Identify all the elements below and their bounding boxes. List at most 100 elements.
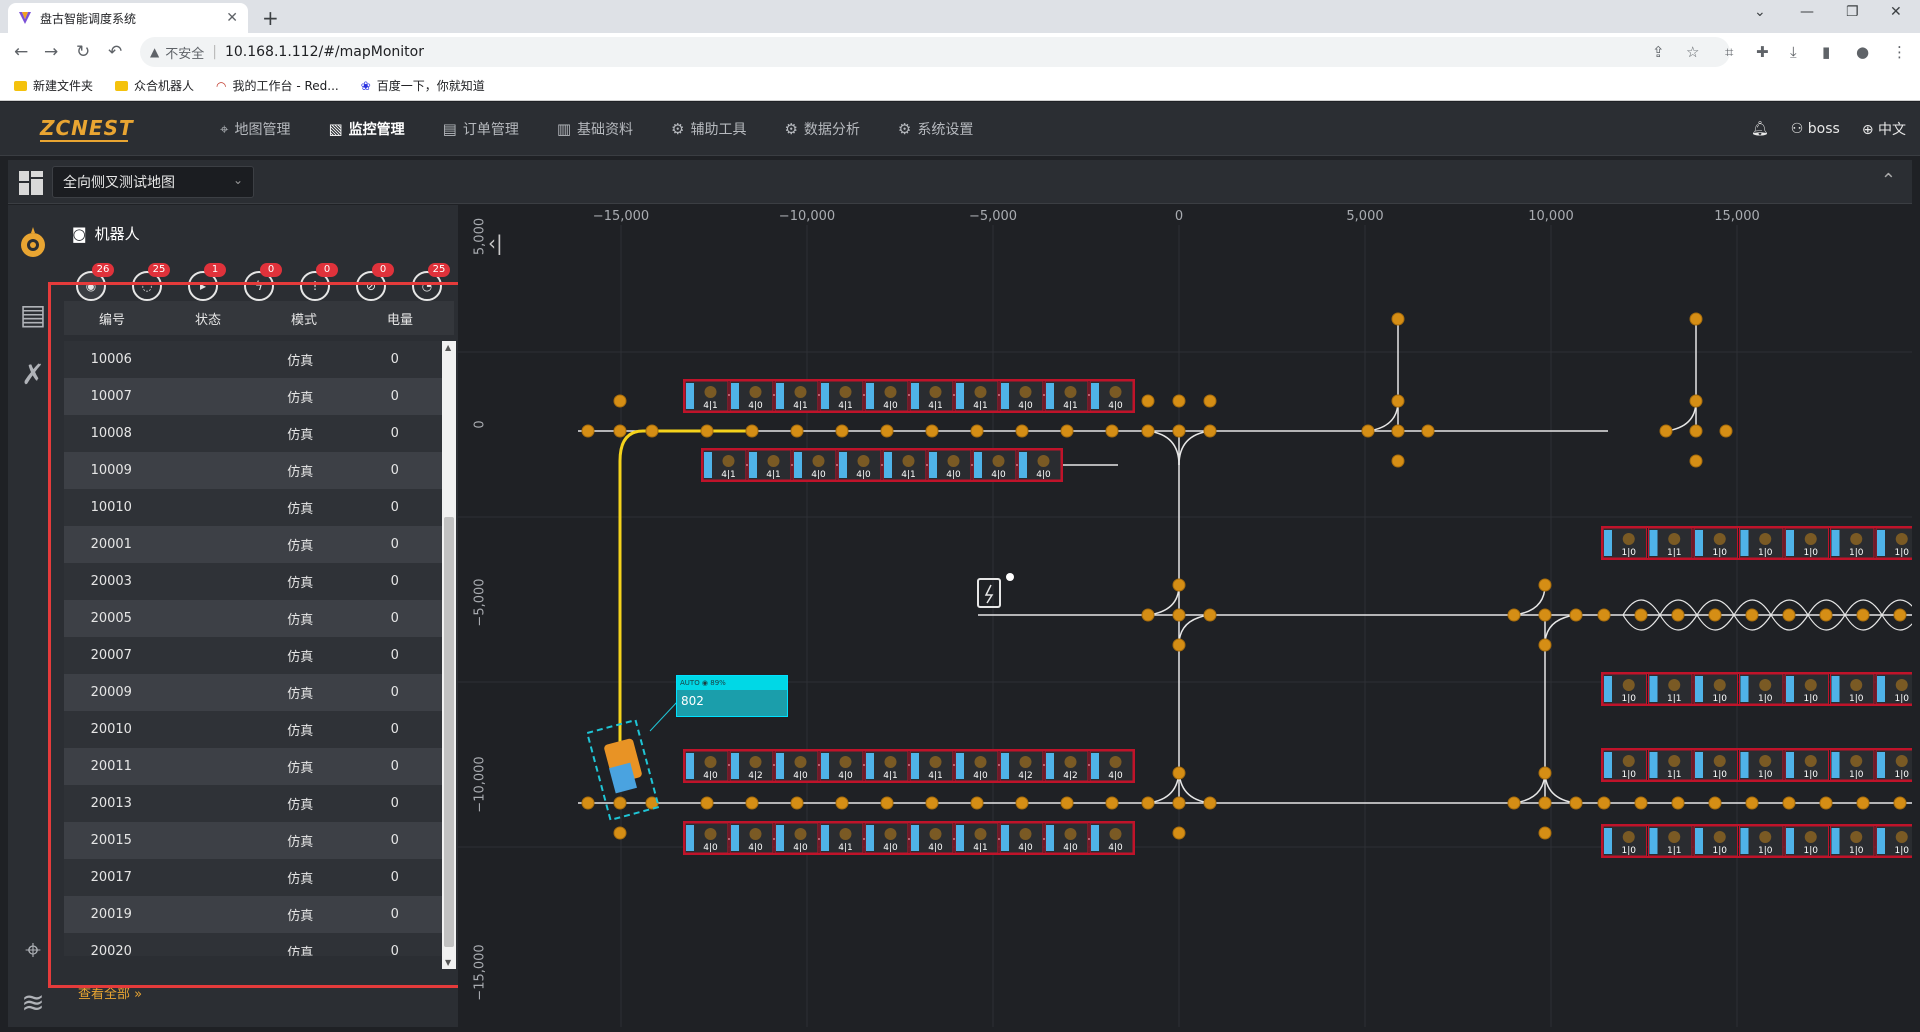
shelf-pod [1895,755,1908,767]
filter-simulated[interactable]: ◔ 25 [412,263,450,301]
share-icon[interactable]: ⇪ [1652,43,1665,61]
table-row[interactable]: 10010 仿真 0 [64,489,442,526]
home-icon[interactable]: ↶ [108,42,122,62]
shelf-pod [839,828,852,840]
map-select[interactable]: 全向侧叉测试地图 ⌄ [52,166,254,198]
table-row[interactable]: 20010 仿真 0 [64,711,442,748]
table-row[interactable]: 20011 仿真 0 [64,748,442,785]
map-node [613,424,627,438]
cell-battery: 0 [390,648,399,663]
map-node [1015,424,1029,438]
bookmark-link[interactable]: ❀ 百度一下，你就知道 [361,77,485,94]
table-row[interactable]: 20020 仿真 0 [64,933,442,956]
table-row[interactable]: 20009 仿真 0 [64,674,442,711]
map-node [1634,608,1648,622]
scroll-up-icon[interactable]: ▲ [445,343,451,352]
menu-map-management[interactable]: ⌖ 地图管理 [220,119,290,139]
table-row[interactable]: 10008 仿真 0 [64,415,442,452]
close-tab-icon[interactable]: ✕ [226,10,238,26]
sidebar-icon[interactable]: ▮ [1822,43,1830,61]
table-row[interactable]: 10009 仿真 0 [64,452,442,489]
locate-crosshair-icon[interactable]: ⌖ [16,933,50,967]
layers-icon[interactable]: ≋ [16,985,50,1019]
menu-aux-tools[interactable]: ⚙ 辅助工具 [671,119,746,139]
bookmark-folder[interactable]: 众合机器人 [115,77,194,94]
scroll-thumb[interactable] [444,517,454,947]
table-row[interactable]: 10006 仿真 0 [64,341,442,378]
map-node [1893,796,1907,810]
cell-id: 20013 [90,796,132,811]
bookmark-star-icon[interactable]: ☆ [1686,43,1699,61]
menu-data-analysis[interactable]: ⚙ 数据分析 [784,119,859,139]
shelf-slot [1649,828,1658,854]
robot-tab-icon[interactable] [16,225,50,259]
robot-info-card[interactable]: AUTO ◉ 89% 802 [676,675,788,717]
back-icon[interactable]: ← [14,42,28,62]
y-tick: −15,000 [472,944,488,1001]
url-input[interactable]: ▲ 不安全 | 10.168.1.112/#/mapMonitor [140,37,1730,67]
map-node [1708,608,1722,622]
scroll-down-icon[interactable]: ▼ [445,958,451,967]
filter-charging[interactable]: ϟ0 [244,263,282,301]
col-id[interactable]: 编号 [64,309,160,328]
download-icon[interactable]: ⤓ [1790,43,1797,61]
table-row[interactable]: 20005 仿真 0 [64,600,442,637]
tools-icon[interactable]: ✗ [16,357,50,391]
table-row[interactable]: 20019 仿真 0 [64,896,442,933]
tab-search-icon[interactable]: ⌄ [1754,4,1766,20]
bookmark-folder[interactable]: 新建文件夹 [14,77,93,94]
table-row[interactable]: 10007 仿真 0 [64,378,442,415]
new-tab-icon[interactable]: + [262,6,279,30]
forward-icon[interactable]: → [44,42,58,62]
table-row[interactable]: 20003 仿真 0 [64,563,442,600]
menu-basic-data[interactable]: ▥ 基础资料 [557,119,633,139]
view-all-link[interactable]: 查看全部 » [78,983,142,1002]
table-row[interactable]: 20007 仿真 0 [64,637,442,674]
shelf-pod [1713,755,1726,767]
map-node [925,796,939,810]
collapse-panel-icon[interactable]: ‹| [488,231,503,255]
extensions-icon[interactable]: ✚ [1756,43,1769,61]
map-node [1391,424,1405,438]
menu-monitor-management[interactable]: ▧ 监控管理 [328,119,404,139]
close-window-icon[interactable]: ✕ [1890,4,1902,20]
filter-error[interactable]: ! 0 [300,263,338,301]
table-row[interactable]: 20017 仿真 0 [64,859,442,896]
restore-icon[interactable]: ❐ [1846,4,1859,20]
menu-order-management[interactable]: ▤ 订单管理 [443,119,519,139]
table-scrollbar[interactable]: ▲ ▼ [442,341,456,969]
filter-all[interactable]: ◉ 26 [76,263,114,301]
crop-icon[interactable]: ⌗ [1725,43,1733,61]
bookmark-label: 百度一下，你就知道 [376,79,485,93]
filter-online[interactable]: ◌ 25 [132,263,170,301]
collapse-up-icon[interactable]: ⌃ [1881,170,1896,191]
filter-running[interactable]: ▸ 1 [188,263,226,301]
shelf-label: 1|0 [1895,548,1910,558]
shelf-pod [974,386,987,398]
browser-tab[interactable]: 盘古智能调度系统 ✕ [8,3,248,33]
cell-mode: 仿真 [287,835,314,850]
col-status[interactable]: 状态 [160,309,256,328]
task-list-icon[interactable]: ▤ [16,297,50,331]
filter-offline[interactable]: ⊘ 0 [356,263,394,301]
menu-system-settings[interactable]: ⚙ 系统设置 [898,119,973,139]
reload-icon[interactable]: ↻ [76,42,90,62]
shelf-label: 1|0 [1895,770,1910,780]
col-battery[interactable]: 电量 [352,309,448,328]
language-menu[interactable]: ⊕ 中文 [1862,119,1906,139]
minimize-icon[interactable]: — [1800,4,1814,20]
table-row[interactable]: 20013 仿真 0 [64,785,442,822]
profile-icon[interactable]: ● [1856,43,1869,61]
map-canvas[interactable]: 4|1 4|0 4|1 4|1 4|0 4|1 4|1 4|0 4|1 4|0 4|1 4|1 4|0 4… [458,205,1912,1027]
bookmark-link[interactable]: ◠ 我的工作台 - Red... [216,77,339,94]
col-mode[interactable]: 模式 [256,309,352,328]
shelf-pod [767,455,780,467]
table-row[interactable]: 20001 仿真 0 [64,526,442,563]
browser-menu-icon[interactable]: ⋮ [1892,43,1907,61]
table-row[interactable]: 20015 仿真 0 [64,822,442,859]
bell-icon[interactable]: 🔔︎ [1751,121,1769,137]
user-menu[interactable]: ⚇ boss [1791,121,1840,137]
map-node [1893,608,1907,622]
shelf-slot [956,753,964,779]
filter-badge: 26 [92,263,114,277]
